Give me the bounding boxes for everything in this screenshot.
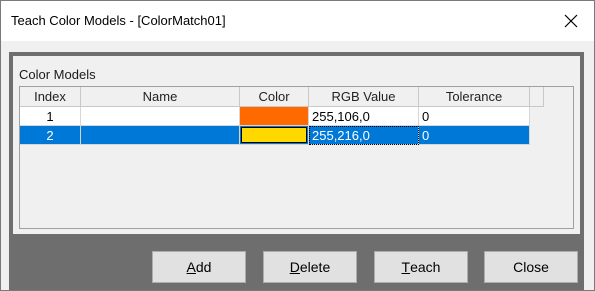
column-header-color[interactable]: Color: [240, 87, 309, 107]
cell-tolerance[interactable]: 0: [419, 107, 530, 126]
column-header-tolerance[interactable]: Tolerance: [419, 87, 530, 107]
close-icon: [564, 14, 578, 28]
close-button[interactable]: Close: [484, 251, 578, 283]
dialog-body: Color Models Index Name Color RGB Value …: [1, 42, 594, 290]
add-button[interactable]: Add: [152, 251, 246, 283]
grid-header: Index Name Color RGB Value Tolerance: [20, 87, 573, 107]
cell-rgb-value[interactable]: 255,216,0: [309, 126, 419, 145]
color-models-group: Color Models Index Name Color RGB Value …: [13, 56, 580, 234]
cell-name[interactable]: [81, 126, 240, 145]
color-swatch: [241, 127, 307, 143]
cell-color[interactable]: [240, 107, 309, 126]
table-row[interactable]: 2 255,216,0 0: [20, 126, 573, 145]
add-accelerator: A: [186, 259, 196, 275]
teach-color-models-dialog: Teach Color Models - [ColorMatch01] Colo…: [0, 0, 595, 291]
title-bar: Teach Color Models - [ColorMatch01]: [1, 1, 594, 41]
color-swatch: [240, 107, 308, 125]
column-header-name[interactable]: Name: [81, 87, 240, 107]
cell-tolerance[interactable]: 0: [419, 126, 530, 145]
teach-button[interactable]: Teach: [374, 251, 468, 283]
cell-color[interactable]: [240, 126, 309, 145]
close-window-button[interactable]: [548, 1, 594, 41]
table-row[interactable]: 1 255,106,0 0: [20, 107, 573, 126]
delete-button[interactable]: Delete: [263, 251, 357, 283]
group-label: Color Models: [19, 67, 96, 82]
cell-index[interactable]: 1: [20, 107, 81, 126]
color-models-grid[interactable]: Index Name Color RGB Value Tolerance 1 2…: [19, 86, 574, 229]
delete-accelerator: D: [289, 259, 300, 275]
teach-label-rest: each: [410, 259, 441, 275]
column-header-filler: [530, 87, 544, 107]
window-title: Teach Color Models - [ColorMatch01]: [11, 13, 226, 28]
column-header-index[interactable]: Index: [20, 87, 81, 107]
cell-rgb-value[interactable]: 255,106,0: [309, 107, 419, 126]
cell-name[interactable]: [81, 107, 240, 126]
button-bar: Add Delete Teach Close: [9, 237, 584, 290]
delete-label-rest: elete: [299, 259, 331, 275]
column-header-rgb-value[interactable]: RGB Value: [309, 87, 419, 107]
add-label-rest: dd: [195, 259, 212, 275]
teach-accelerator: T: [401, 259, 411, 275]
close-label: Close: [513, 259, 549, 275]
cell-index[interactable]: 2: [20, 126, 81, 145]
